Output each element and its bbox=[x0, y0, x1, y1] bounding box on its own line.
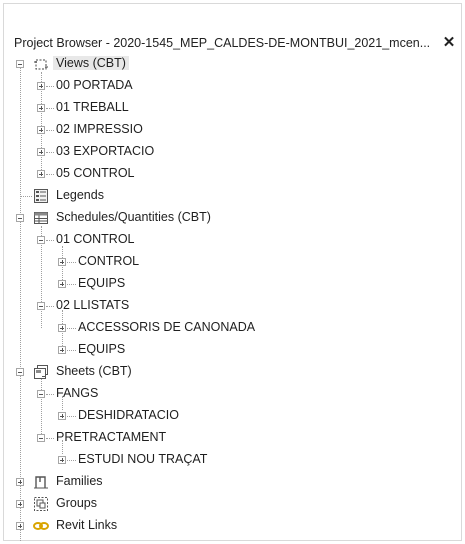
node-label: 03 EXPORTACIO bbox=[56, 144, 155, 158]
node-label: ESTUDI NOU TRAÇAT bbox=[78, 452, 208, 466]
node-label: Families bbox=[56, 474, 103, 488]
collapse-toggle[interactable] bbox=[16, 60, 24, 68]
tree-node-sheet-group[interactable]: FANGS bbox=[16, 384, 446, 405]
tree-node-schedule-group[interactable]: 01 CONTROL bbox=[16, 230, 446, 251]
expand-toggle[interactable] bbox=[37, 104, 45, 112]
tree-node-groups[interactable]: Groups bbox=[16, 494, 446, 515]
tree-node-legends[interactable]: Legends bbox=[16, 186, 446, 207]
collapse-toggle[interactable] bbox=[16, 214, 24, 222]
groups-icon bbox=[34, 497, 48, 511]
expand-toggle[interactable] bbox=[58, 324, 66, 332]
tree-node-view-folder[interactable]: 01 TREBALL bbox=[16, 98, 446, 119]
sheets-icon bbox=[34, 365, 48, 379]
schedules-icon bbox=[34, 212, 48, 224]
node-label: 00 PORTADA bbox=[56, 78, 133, 92]
node-label: 05 CONTROL bbox=[56, 166, 135, 180]
expand-toggle[interactable] bbox=[37, 126, 45, 134]
expand-toggle[interactable] bbox=[16, 478, 24, 486]
tree-node-view-folder[interactable]: 03 EXPORTACIO bbox=[16, 142, 446, 163]
tree-node-schedule[interactable]: EQUIPS bbox=[16, 274, 446, 295]
expand-toggle[interactable] bbox=[16, 522, 24, 530]
node-label: 02 IMPRESSIO bbox=[56, 122, 143, 136]
collapse-toggle[interactable] bbox=[16, 368, 24, 376]
tree-node-sheet-group[interactable]: PRETRACTAMENT bbox=[16, 428, 446, 449]
node-label: Revit Links bbox=[56, 518, 118, 532]
panel-title: Project Browser - 2020-1545_MEP_CALDES-D… bbox=[14, 36, 431, 50]
collapse-toggle[interactable] bbox=[37, 434, 45, 442]
node-label: Legends bbox=[56, 188, 104, 202]
expand-toggle[interactable] bbox=[58, 258, 66, 266]
node-label: PRETRACTAMENT bbox=[56, 430, 167, 444]
node-label: 02 LLISTATS bbox=[56, 298, 130, 312]
tree-node-schedule[interactable]: EQUIPS bbox=[16, 340, 446, 361]
tree-node-sheets[interactable]: Sheets (CBT) bbox=[16, 362, 446, 383]
node-label: FANGS bbox=[56, 386, 99, 400]
panel-title-bar: Project Browser - 2020-1545_MEP_CALDES-D… bbox=[14, 34, 456, 54]
node-label: 01 CONTROL bbox=[56, 232, 135, 246]
tree-node-view-folder[interactable]: 00 PORTADA bbox=[16, 76, 446, 97]
revit-links-icon bbox=[33, 522, 49, 530]
node-label: EQUIPS bbox=[78, 342, 126, 356]
node-label: CONTROL bbox=[78, 254, 140, 268]
tree-node-schedule[interactable]: CONTROL bbox=[16, 252, 446, 273]
node-label: EQUIPS bbox=[78, 276, 126, 290]
tree-node-schedule[interactable]: ACCESSORIS DE CANONADA bbox=[16, 318, 446, 339]
tree-node-view-folder[interactable]: 05 CONTROL bbox=[16, 164, 446, 185]
node-label: Groups bbox=[56, 496, 97, 510]
families-icon bbox=[34, 476, 48, 489]
expand-toggle[interactable] bbox=[37, 170, 45, 178]
node-label: Sheets (CBT) bbox=[56, 364, 132, 378]
views-icon bbox=[34, 59, 48, 70]
node-label: Views (CBT) bbox=[53, 56, 129, 70]
expand-toggle[interactable] bbox=[16, 500, 24, 508]
expand-toggle[interactable] bbox=[58, 412, 66, 420]
node-label: DESHIDRATACIO bbox=[78, 408, 179, 422]
tree-node-schedule-group[interactable]: 02 LLISTATS bbox=[16, 296, 446, 317]
expand-toggle[interactable] bbox=[58, 456, 66, 464]
tree-node-schedules[interactable]: Schedules/Quantities (CBT) bbox=[16, 208, 446, 229]
tree-node-sheet[interactable]: ESTUDI NOU TRAÇAT bbox=[16, 450, 446, 471]
node-label: ACCESSORIS DE CANONADA bbox=[78, 320, 256, 334]
node-label: 01 TREBALL bbox=[56, 100, 129, 114]
collapse-toggle[interactable] bbox=[37, 302, 45, 310]
tree-node-families[interactable]: Families bbox=[16, 472, 446, 493]
expand-toggle[interactable] bbox=[58, 346, 66, 354]
expand-toggle[interactable] bbox=[37, 148, 45, 156]
expand-toggle[interactable] bbox=[37, 82, 45, 90]
tree-node-revit-links[interactable]: Revit Links bbox=[16, 516, 446, 537]
tree-node-sheet[interactable]: DESHIDRATACIO bbox=[16, 406, 446, 427]
node-label: Schedules/Quantities (CBT) bbox=[56, 210, 211, 224]
expand-toggle[interactable] bbox=[58, 280, 66, 288]
close-icon[interactable]: ✕ bbox=[442, 34, 456, 52]
tree-node-views[interactable]: Views (CBT) bbox=[16, 54, 446, 75]
tree-node-view-folder[interactable]: 02 IMPRESSIO bbox=[16, 120, 446, 141]
collapse-toggle[interactable] bbox=[37, 390, 45, 398]
legends-icon bbox=[34, 189, 48, 203]
collapse-toggle[interactable] bbox=[37, 236, 45, 244]
